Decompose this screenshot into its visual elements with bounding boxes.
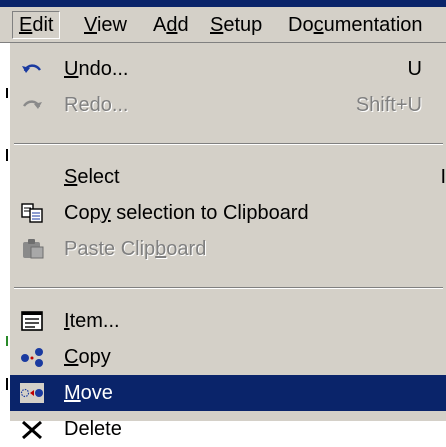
menu-item-redo[interactable]: Redo... Shift+U <box>10 87 446 123</box>
menu-item-paste-clipboard[interactable]: Paste Clipboard <box>10 231 446 267</box>
redo-icon <box>23 100 42 109</box>
redo-shortcut: Shift+U <box>355 94 422 116</box>
edge-mark <box>6 149 8 161</box>
menu-item-item[interactable]: Item... <box>10 303 446 339</box>
select-shortcut: I <box>440 166 446 188</box>
menu-add[interactable]: Add <box>147 12 195 38</box>
background-window-edge <box>0 43 9 421</box>
paste-clipboard-label: Paste Clipboard <box>64 231 206 267</box>
move-label: Move <box>64 375 113 411</box>
menu-add-pre: A <box>153 14 167 36</box>
menu-edit-post: dit <box>32 14 54 36</box>
menu-setup-post: etup <box>223 14 263 36</box>
menu-separator <box>14 143 443 145</box>
menu-setup-mnemonic: S <box>210 14 224 36</box>
menu-bar: Edit View Add Setup Documentation <box>0 7 446 43</box>
menu-documentation-mnemonic: c <box>313 14 324 36</box>
paste-clipboard-label-post: oard <box>166 238 207 260</box>
copy-selection-label-pre: Cop <box>64 202 101 224</box>
move-mnemonic: M <box>64 382 81 404</box>
edit-dropdown-menu: Undo... U Redo... Shift+U Select I Copy … <box>9 43 446 440</box>
menu-item-copy[interactable]: Copy <box>10 339 446 375</box>
paste-clipboard-label-pre: Paste Clip <box>64 238 156 260</box>
menu-item-undo[interactable]: Undo... U <box>10 51 446 87</box>
menu-add-post: d <box>177 14 189 36</box>
menu-view[interactable]: View <box>78 12 133 38</box>
edge-mark <box>6 378 8 390</box>
select-label: Select <box>64 159 120 195</box>
copy-mnemonic: C <box>64 346 79 368</box>
title-bar-edge <box>0 0 446 7</box>
menu-edit-mnemonic: E <box>19 14 33 36</box>
copy-label-post: opy <box>78 346 111 368</box>
delete-label: Delete <box>64 418 122 440</box>
paste-clipboard-mnemonic: b <box>155 238 167 260</box>
item-label-post: tem... <box>69 310 120 332</box>
delete-icon <box>22 420 42 439</box>
menu-view-post: iew <box>96 14 127 36</box>
item-properties-icon <box>21 311 43 331</box>
menu-item-copy-selection-to-clipboard[interactable]: Copy selection to Clipboard <box>10 195 446 231</box>
menu-documentation-post: umentation <box>323 14 423 36</box>
redo-label: Redo... <box>64 94 129 116</box>
menu-add-mnemonic: d <box>166 14 178 36</box>
undo-icon <box>22 64 41 73</box>
copy-selection-label: Copy selection to Clipboard <box>64 195 309 231</box>
undo-shortcut: U <box>407 58 422 80</box>
menu-documentation-pre: Do <box>288 14 314 36</box>
select-mnemonic: S <box>64 166 78 188</box>
copy-label: Copy <box>64 339 111 375</box>
menu-item-move[interactable]: Move <box>10 375 446 411</box>
menu-separator <box>14 287 443 289</box>
menu-item-select[interactable]: Select I <box>10 159 446 195</box>
menu-view-mnemonic: V <box>84 14 97 36</box>
copy-object-icon <box>21 348 43 367</box>
menu-documentation[interactable]: Documentation <box>282 12 429 38</box>
copy-selection-mnemonic: y <box>100 202 111 224</box>
move-object-icon <box>20 383 44 403</box>
select-label-post: elect <box>77 166 120 188</box>
menu-item-delete[interactable]: Delete <box>10 411 446 447</box>
item-label: Item... <box>64 303 120 339</box>
undo-label-post: ndo... <box>78 58 129 80</box>
undo-mnemonic: U <box>64 58 79 80</box>
paste-clipboard-icon <box>23 239 44 259</box>
undo-label: Undo... <box>64 51 129 87</box>
copy-selection-label-post: selection to Clipboard <box>110 202 309 224</box>
copy-clipboard-icon <box>21 203 43 223</box>
edge-mark <box>6 336 8 346</box>
edge-mark <box>6 88 8 98</box>
move-label-post: ove <box>80 382 113 404</box>
menu-setup[interactable]: Setup <box>204 12 268 38</box>
menu-edit[interactable]: Edit <box>12 11 61 39</box>
